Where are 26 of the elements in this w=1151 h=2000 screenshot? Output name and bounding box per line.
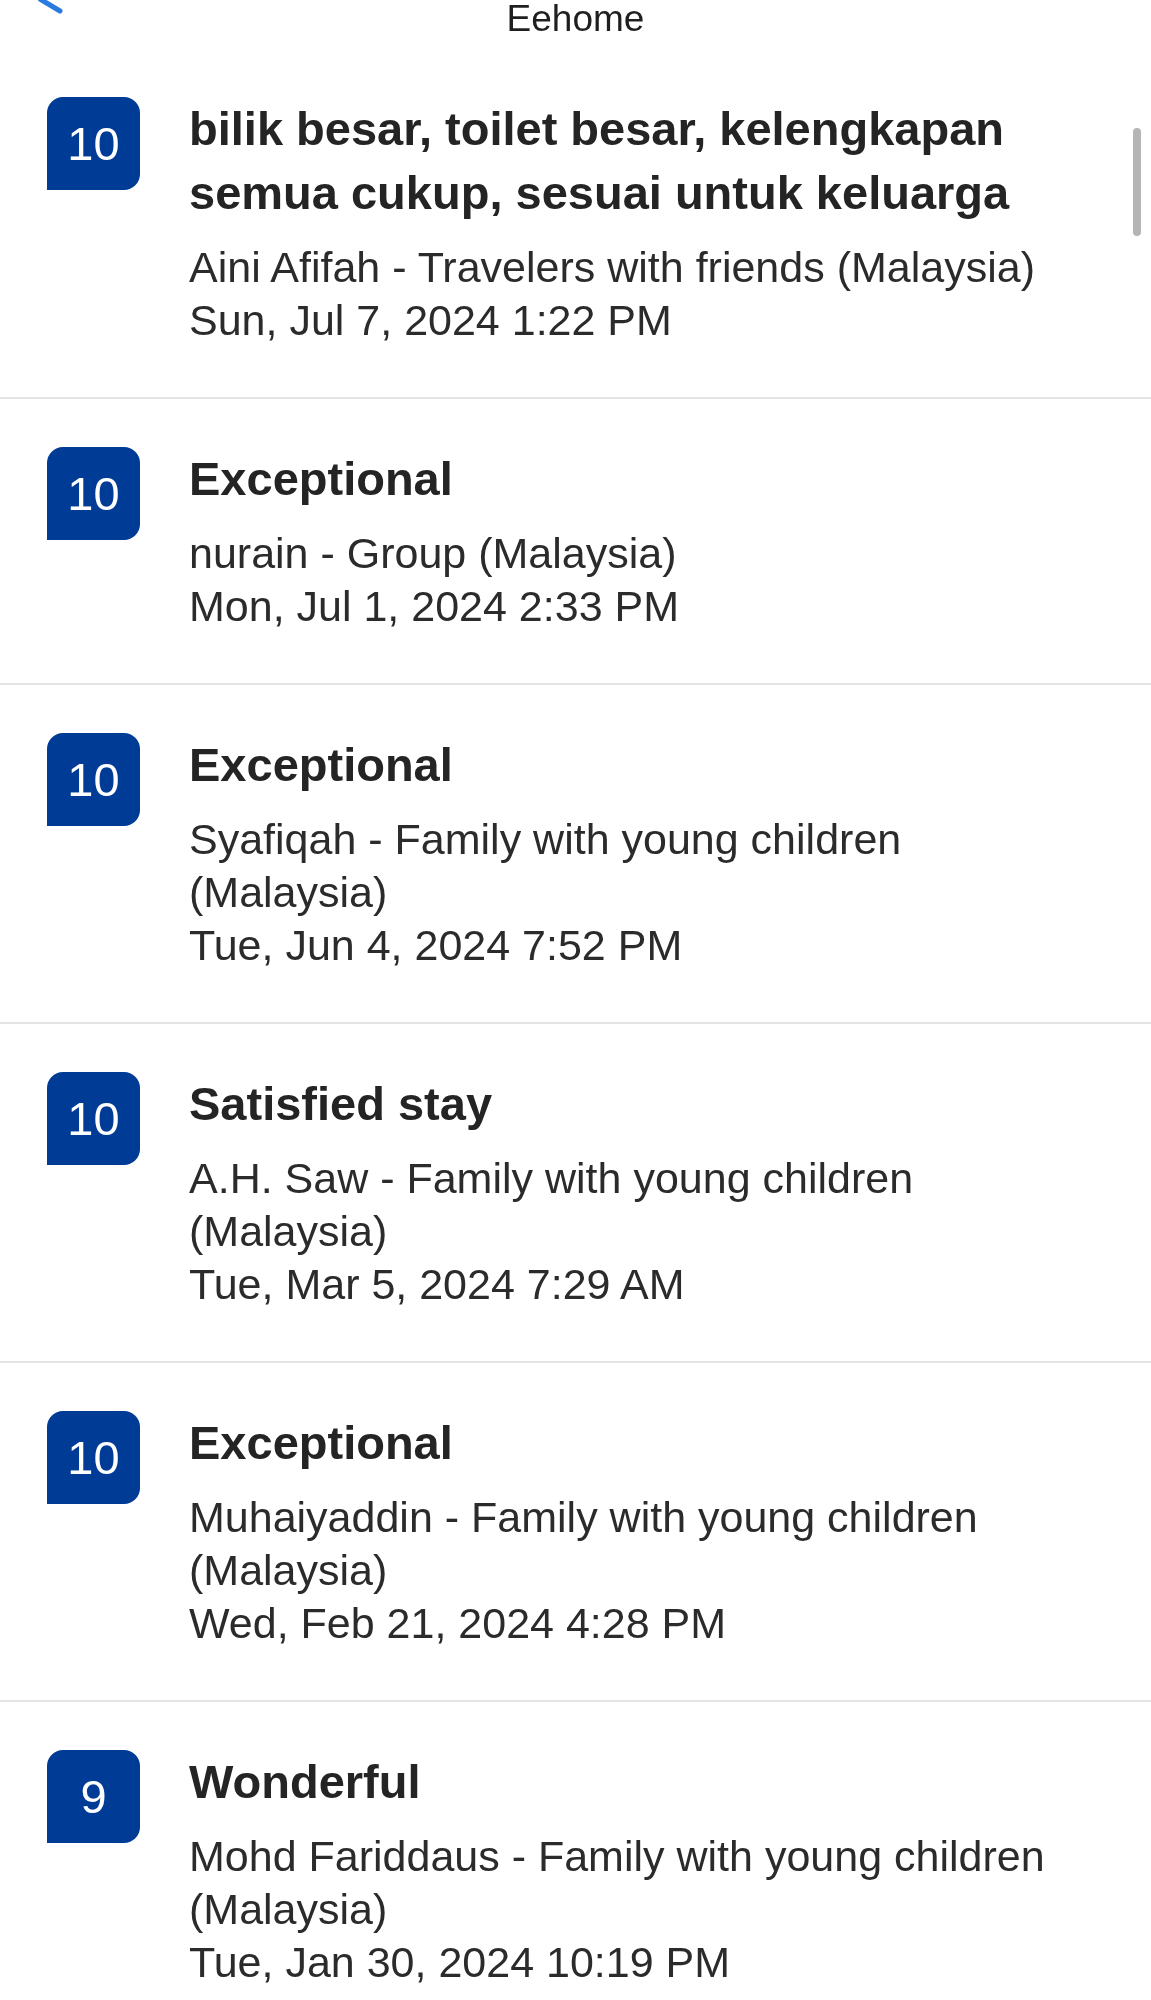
reviewer-info: Muhaiyaddin - Family with young children (Malaysia) bbox=[189, 1492, 979, 1596]
review-date: Tue, Mar 5, 2024 7:29 AM bbox=[189, 1259, 686, 1310]
reviewer-info: Mohd Fariddaus - Family with young children (Malaysia) bbox=[189, 1831, 1046, 1935]
score-badge: 10 bbox=[47, 447, 140, 540]
review-date: Sun, Jul 7, 2024 1:22 PM bbox=[189, 295, 673, 346]
review-title: Wonderful bbox=[189, 1754, 422, 1810]
back-icon[interactable] bbox=[38, 0, 64, 14]
reviewer-info: Aini Afifah - Travelers with friends (Malaysia) bbox=[189, 242, 1036, 293]
review-title: bilik besar, toilet besar, kelengkapan semua cukup, sesuai untuk keluarga bbox=[189, 101, 1011, 221]
review-date: Wed, Feb 21, 2024 4:28 PM bbox=[189, 1598, 728, 1649]
score-badge: 10 bbox=[47, 1072, 140, 1165]
reviewer-info: Syafiqah - Family with young children (Malaysia) bbox=[189, 814, 903, 918]
review-title: Exceptional bbox=[189, 737, 454, 793]
reviewer-info: A.H. Saw - Family with young children (Malaysia) bbox=[189, 1153, 915, 1257]
score-badge: 10 bbox=[47, 97, 140, 190]
score-badge: 9 bbox=[47, 1750, 140, 1843]
review-date: Tue, Jan 30, 2024 10:19 PM bbox=[189, 1937, 732, 1988]
review-title: Exceptional bbox=[189, 451, 454, 507]
review-date: Mon, Jul 1, 2024 2:33 PM bbox=[189, 581, 680, 632]
page-title: Eehome bbox=[506, 0, 645, 38]
score-badge: 10 bbox=[47, 733, 140, 826]
review-date: Tue, Jun 4, 2024 7:52 PM bbox=[189, 920, 684, 971]
score-badge: 10 bbox=[47, 1411, 140, 1504]
review-title: Exceptional bbox=[189, 1415, 454, 1471]
reviewer-info: nurain - Group (Malaysia) bbox=[189, 528, 678, 579]
review-title: Satisfied stay bbox=[189, 1076, 494, 1132]
